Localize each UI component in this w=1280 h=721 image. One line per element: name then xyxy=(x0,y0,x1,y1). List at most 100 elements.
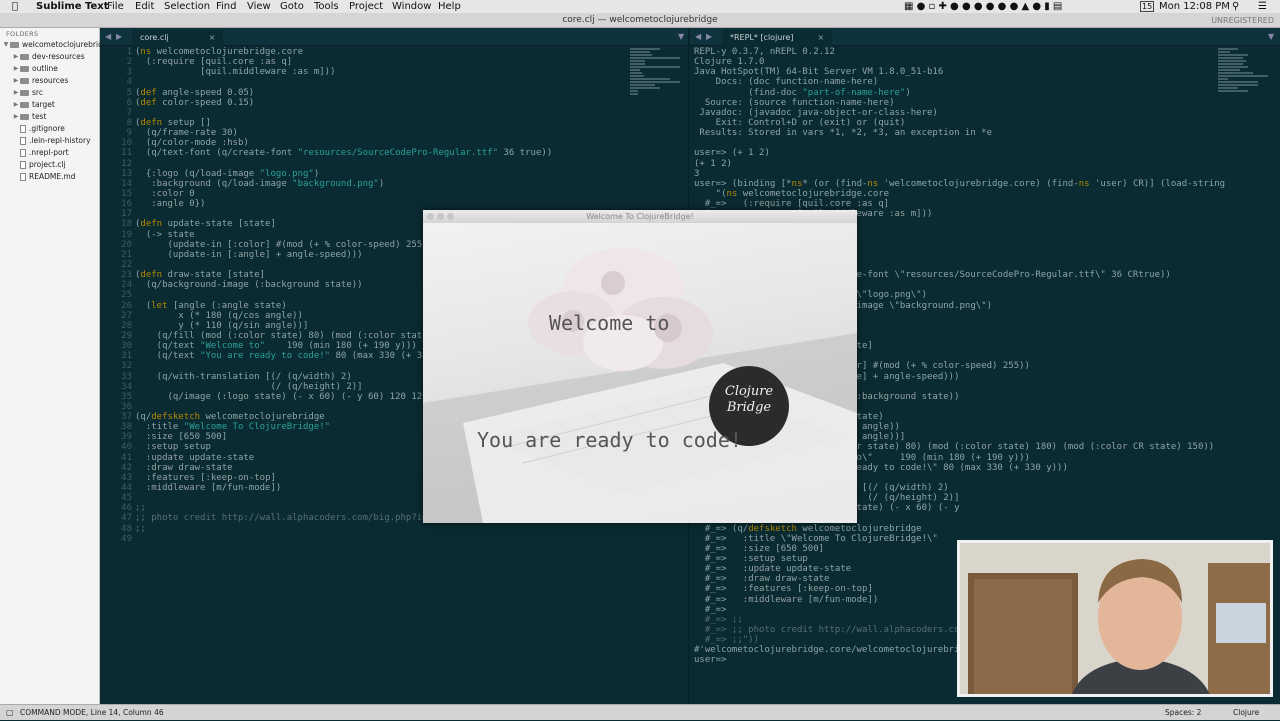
code-line[interactable] xyxy=(135,534,552,544)
spotlight-icon[interactable]: ⚲ xyxy=(1232,0,1239,13)
clock[interactable]: Mon 12:08 PM xyxy=(1159,0,1230,13)
sidebar-folder[interactable]: ▶ dev-resources xyxy=(12,51,85,63)
sidebar-folder[interactable]: ▶ src xyxy=(12,87,43,99)
menu-goto[interactable]: Goto xyxy=(280,0,304,13)
line-number: 12 xyxy=(121,158,132,169)
disclosure-closed-icon[interactable]: ▶ xyxy=(12,111,20,123)
repl-line[interactable] xyxy=(694,138,1225,148)
disclosure-open-icon[interactable]: ▼ xyxy=(2,39,10,51)
close-tab-icon[interactable]: × xyxy=(818,33,825,42)
disclosure-closed-icon[interactable]: ▶ xyxy=(12,63,20,75)
disclosure-closed-icon[interactable]: ▶ xyxy=(12,51,20,63)
tab-repl-clojure[interactable]: *REPL* [clojure] × xyxy=(722,30,833,46)
repl-line[interactable]: 3 xyxy=(694,169,1225,179)
code-line[interactable]: (q/frame-rate 30) xyxy=(135,128,552,138)
repl-line[interactable]: Javadoc: (javadoc java-object-or-class-h… xyxy=(694,108,1225,118)
tab-right-arrow-icon[interactable]: ▶ xyxy=(116,32,122,41)
repl-line[interactable]: Java HotSpot(TM) 64-Bit Server VM 1.8.0_… xyxy=(694,67,1225,77)
code-line[interactable]: :angle 0}) xyxy=(135,199,552,209)
disclosure-closed-icon[interactable]: ▶ xyxy=(12,75,20,87)
sidebar-root-folder[interactable]: ▼ welcometoclojurebridge xyxy=(2,39,113,51)
sidebar-file[interactable]: .gitignore xyxy=(12,123,65,135)
repl-line[interactable]: Clojure 1.7.0 xyxy=(694,57,1225,67)
sketch-window[interactable]: Welcome To ClojureBridge! Welcome to Clo… xyxy=(423,210,857,523)
apple-menu-icon[interactable]:  xyxy=(12,0,18,13)
sidebar-file[interactable]: project.clj xyxy=(12,159,66,171)
sidebar-file[interactable]: .lein-repl-history xyxy=(12,135,91,147)
tab-core-clj[interactable]: core.clj × xyxy=(132,30,224,46)
sidebar-file[interactable]: README.md xyxy=(12,171,76,183)
menu-view[interactable]: View xyxy=(247,0,271,13)
repl-line[interactable]: (+ 1 2) xyxy=(694,159,1225,169)
panel-toggle-icon[interactable]: ▢ xyxy=(6,705,14,721)
sidebar-file[interactable]: .nrepl-port xyxy=(12,147,69,159)
code-line[interactable]: :background (q/load-image "background.pn… xyxy=(135,179,552,189)
calendar-icon[interactable]: 15 xyxy=(1140,1,1155,12)
line-number: 26 xyxy=(121,300,132,311)
sidebar: FOLDERS ▼ welcometoclojurebridge ▶ dev-re… xyxy=(0,28,112,704)
menu-window[interactable]: Window xyxy=(392,0,431,13)
code-line[interactable]: (defn setup [] xyxy=(135,118,552,128)
app-menu[interactable]: Sublime Text xyxy=(36,0,109,13)
menu-file[interactable]: File xyxy=(107,0,124,13)
repl-line[interactable]: #_=> (q/defsketch welcometoclojurebridge xyxy=(694,524,1225,534)
sidebar-folder[interactable]: ▶ test xyxy=(12,111,47,123)
disclosure-closed-icon[interactable]: ▶ xyxy=(12,87,20,99)
code-line[interactable]: ;; xyxy=(135,524,552,534)
close-tab-icon[interactable]: × xyxy=(209,33,216,42)
code-line[interactable]: (:require [quil.core :as q] xyxy=(135,57,552,67)
line-number: 34 xyxy=(121,381,132,392)
tab-right-arrow-icon[interactable]: ▶ xyxy=(706,32,712,41)
sketch-canvas[interactable]: Welcome to Clojure Bridge You are ready t… xyxy=(423,223,857,523)
menu-project[interactable]: Project xyxy=(349,0,383,13)
code-line[interactable]: (ns welcometoclojurebridge.core xyxy=(135,47,552,57)
line-number: 44 xyxy=(121,483,132,494)
tab-left-arrow-icon[interactable]: ◀ xyxy=(695,32,701,41)
minimap[interactable] xyxy=(630,47,680,117)
repl-line[interactable]: Exit: Control+D or (exit) or (quit) xyxy=(694,118,1225,128)
menu-edit[interactable]: Edit xyxy=(135,0,154,13)
sidebar-folder[interactable]: ▶ target xyxy=(12,99,55,111)
repl-line[interactable]: #_=> (:require [quil.core :as q] xyxy=(694,199,1225,209)
repl-line[interactable]: user=> (+ 1 2) xyxy=(694,148,1225,158)
menu-selection[interactable]: Selection xyxy=(164,0,210,13)
repl-line[interactable]: Source: (source function-name-here) xyxy=(694,98,1225,108)
repl-line[interactable]: "(ns welcometoclojurebridge.core xyxy=(694,189,1225,199)
sketch-close-button[interactable] xyxy=(427,213,434,220)
repl-line[interactable]: REPL-y 0.3.7, nREPL 0.2.12 xyxy=(694,47,1225,57)
menu-tools[interactable]: Tools xyxy=(314,0,339,13)
sketch-titlebar[interactable]: Welcome To ClojureBridge! xyxy=(423,210,857,223)
status-icons[interactable]: ▦ ● ▫ ✚ ● ● ● ● ● ● ▲ ● ▮ ▤ xyxy=(904,0,1062,13)
status-indentation[interactable]: Spaces: 2 xyxy=(1165,705,1201,721)
repl-line[interactable]: Docs: (doc function-name-here) xyxy=(694,77,1225,87)
status-syntax[interactable]: Clojure xyxy=(1233,705,1259,721)
tab-overflow-icon[interactable]: ▼ xyxy=(678,32,684,41)
code-line[interactable]: (def angle-speed 0.05) xyxy=(135,88,552,98)
code-line[interactable] xyxy=(135,108,552,118)
disclosure-closed-icon[interactable]: ▶ xyxy=(12,99,20,111)
code-line[interactable]: [quil.middleware :as m])) xyxy=(135,67,552,77)
sidebar-folder[interactable]: ▶ resources xyxy=(12,75,69,87)
sidebar-item-label: project.clj xyxy=(29,160,66,169)
folder-icon xyxy=(20,102,29,108)
sketch-zoom-button[interactable] xyxy=(447,213,454,220)
menu-help[interactable]: Help xyxy=(438,0,461,13)
code-line[interactable]: (q/color-mode :hsb) xyxy=(135,138,552,148)
tab-overflow-icon[interactable]: ▼ xyxy=(1268,32,1274,41)
minimap[interactable] xyxy=(1218,47,1268,117)
sidebar-root-label: welcometoclojurebridge xyxy=(22,40,113,49)
code-line[interactable]: (q/text-font (q/create-font "resources/S… xyxy=(135,148,552,158)
code-line[interactable] xyxy=(135,159,552,169)
notification-center-icon[interactable]: ☰ xyxy=(1258,0,1267,13)
sketch-minimize-button[interactable] xyxy=(437,213,444,220)
code-line[interactable]: {:logo (q/load-image "logo.png") xyxy=(135,169,552,179)
tab-left-arrow-icon[interactable]: ◀ xyxy=(105,32,111,41)
code-line[interactable] xyxy=(135,77,552,87)
code-line[interactable]: :color 0 xyxy=(135,189,552,199)
code-line[interactable]: (def color-speed 0.15) xyxy=(135,98,552,108)
menu-find[interactable]: Find xyxy=(216,0,237,13)
repl-line[interactable]: user=> (binding [*ns* (or (find-ns 'welc… xyxy=(694,179,1225,189)
repl-line[interactable]: (find-doc "part-of-name-here") xyxy=(694,88,1225,98)
sidebar-folder[interactable]: ▶ outline xyxy=(12,63,58,75)
repl-line[interactable]: Results: Stored in vars *1, *2, *3, an e… xyxy=(694,128,1225,138)
